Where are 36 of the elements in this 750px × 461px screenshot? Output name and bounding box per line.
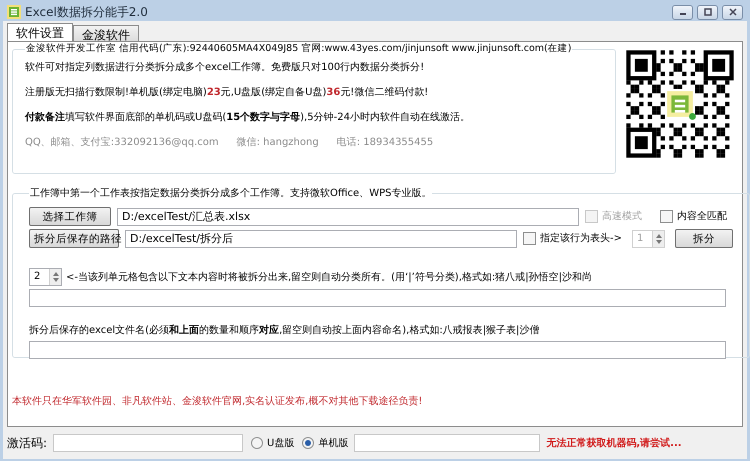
tab[interactable]: 金浚软件 [73,25,139,41]
app-logo-icon [7,5,21,19]
names-hint-text: 拆分后保存的excel文件名(必须和上面的数量和顺序对应,留空则自动按上面内容命名),格式如:八戒报表|猴子表|沙僧 [29,323,540,338]
close-icon [728,8,738,16]
full-match-checkbox[interactable]: 内容全匹配 [660,209,727,224]
contact-text: 电话: 18934355455 [336,136,434,150]
activation-label: 激活码: [7,435,48,452]
close-button[interactable] [722,4,743,20]
notice-text: 本软件只在华军软件园、非凡软件站、金浚软件官网,实名认证发布,概不对其他下载途径负责! [12,394,424,409]
number-spinner[interactable]: 2 [29,268,62,286]
activation-code-field[interactable] [53,434,244,452]
filter-hint-text: <-当该列单元格包含以下文本内容时将被拆分出来,留空则自动分类所有。(用‘|’符号分类),格式如:猪八戒|孙悟空|沙和尚 [66,270,592,284]
info-text: 付款备注填写软件界面底部的单机码或U盘码(15个数字与字母),5分钟-24小时内软件自动在线激活。 [25,110,471,126]
split-button[interactable]: 拆分 [675,229,733,248]
file-names-field[interactable] [29,341,726,359]
machine-code-field[interactable] [354,434,540,452]
group-title: 工作簿中第一个工作表按指定数据分类拆分成多个工作簿。支持微软Office、WPS专业版。 [29,186,432,201]
status-message: 无法正常获取机器码,请尝试... [546,436,682,450]
contact-text: 微信: hangzhong [236,136,319,150]
header-row-checkbox[interactable]: 指定该行为表头-> [523,231,622,246]
select-workbook-button[interactable]: 选择工作簿 [29,207,111,226]
window-title: Excel数据拆分能手2.0 [25,4,148,21]
source-path-field[interactable]: D:/excelTest/汇总表.xlsx [117,208,579,226]
edition-radio[interactable]: 单机版 [302,436,348,450]
contact-text: QQ、邮箱、支付宝:332092136@qq.com [25,136,219,150]
filter-text-field[interactable] [29,289,726,307]
save-path-field[interactable]: D:/excelTest/拆分后 [125,230,517,248]
edition-radio[interactable]: U盘版 [251,436,294,450]
minimize-button[interactable] [672,4,693,20]
group-title: 金浚软件开发工作室 信用代码(广东):92440605MA4X049J85 官网:www.43yes.com/jinjunsoft www.jinjunsoft.com(在建) [25,42,572,56]
maximize-button[interactable] [697,4,718,20]
tab[interactable]: 软件设置 [7,23,73,41]
save-path-button[interactable]: 拆分后保存的路径 [29,229,119,248]
info-text: 软件可对指定列数据进行分类拆分成多个excel工作簿。免费版只对100行内数据分类拆分! [25,60,426,76]
info-text: 注册版无扫描行数限制!单机版(绑定电脑)23元,U盘版(绑定自备U盘)36元!微信二维码付款! [25,86,430,100]
maximize-icon [702,8,712,16]
